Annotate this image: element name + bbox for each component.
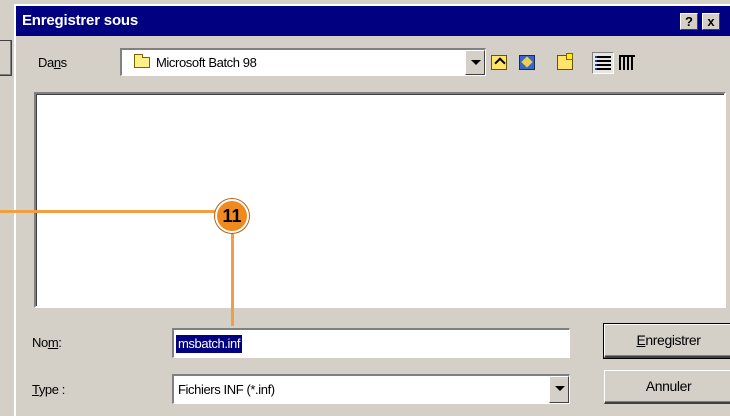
file-name-value: msbatch.inf [176, 335, 243, 353]
up-one-level-button[interactable] [488, 52, 510, 74]
file-name-label: Nom: [32, 335, 62, 350]
up-one-level-icon [491, 55, 507, 70]
file-name-input[interactable]: msbatch.inf [172, 328, 570, 358]
look-in-label: Dans [38, 55, 67, 70]
callout-line-horizontal [0, 210, 232, 213]
chevron-down-icon[interactable] [465, 50, 485, 75]
cancel-button[interactable]: Annuler [604, 370, 730, 404]
save-button-label: Enregistrer [636, 332, 701, 348]
file-list[interactable] [34, 92, 726, 308]
close-button[interactable]: x [702, 13, 720, 30]
title-bar[interactable]: Enregistrer sous ? x [16, 6, 730, 36]
folder-icon [134, 54, 150, 68]
new-folder-button[interactable] [554, 52, 576, 74]
new-folder-icon [557, 53, 573, 70]
save-button[interactable]: Enregistrer [603, 323, 730, 359]
look-in-value: Microsoft Batch 98 [156, 55, 257, 70]
look-in-dropdown[interactable]: Microsoft Batch 98 [120, 48, 486, 76]
desktop-button[interactable] [516, 52, 538, 74]
file-type-label: Type : [32, 382, 66, 397]
annotation-badge: 11 [215, 199, 249, 233]
screen: Enregistrer sous ? x Dans Microsoft Batc… [0, 0, 730, 416]
file-type-value: Fichiers INF (*.inf) [178, 382, 275, 397]
help-button[interactable]: ? [680, 13, 698, 30]
details-view-icon [619, 55, 635, 70]
background-window-edge [0, 40, 12, 76]
list-view-button[interactable] [592, 52, 614, 74]
chevron-down-icon[interactable] [549, 376, 569, 403]
list-view-icon [595, 56, 611, 71]
details-view-button[interactable] [616, 52, 638, 74]
desktop-icon [519, 55, 535, 70]
dialog-title: Enregistrer sous [22, 12, 139, 29]
file-type-dropdown[interactable]: Fichiers INF (*.inf) [172, 374, 570, 404]
